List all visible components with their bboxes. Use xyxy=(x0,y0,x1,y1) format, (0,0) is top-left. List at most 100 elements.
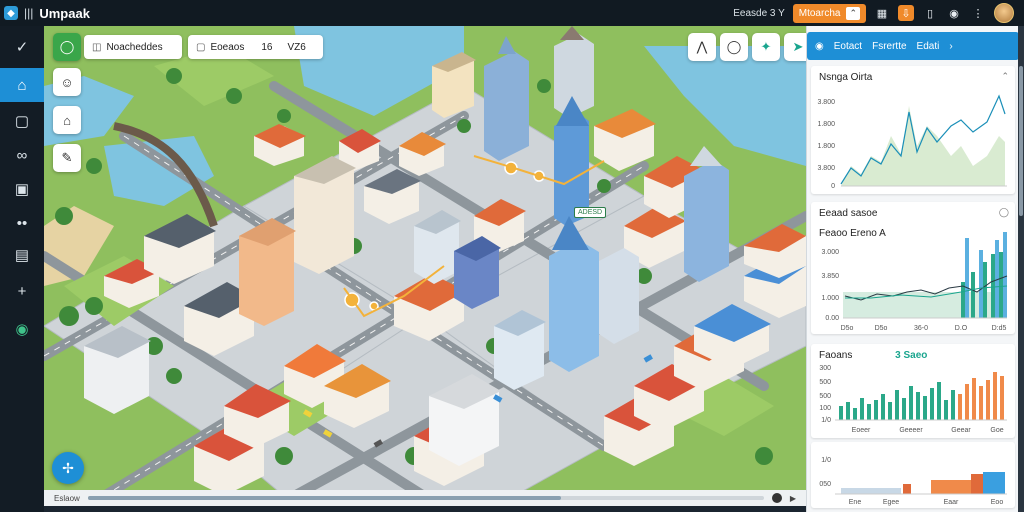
sidebar-item-dots[interactable]: •• xyxy=(0,206,44,240)
compass-icon: ✢ xyxy=(62,459,74,476)
info-icon: ◉ xyxy=(815,40,824,52)
sidebar-item-check[interactable]: ✓ xyxy=(0,30,44,64)
phone-icon[interactable]: ▯ xyxy=(922,5,938,21)
chart-3-bar xyxy=(916,392,920,420)
cursor-tool-button[interactable]: ➤ xyxy=(784,33,806,61)
sidebar: ✓ ⌂ ▢ ∞ ▣ •• ▤ + ◉ xyxy=(0,26,44,512)
sidebar-item-image[interactable]: ▣ xyxy=(0,172,44,206)
chart-2-ytick: 1.000 xyxy=(821,295,839,302)
sidebar-item-layers[interactable]: ▤ xyxy=(0,238,44,272)
top-bar: ◆ ||| Umpaak Eeasde 3 Y Mtoarcha ⌃ ▦ ⇩ ▯… xyxy=(0,0,1024,26)
chart-card-3: Faoans 3 Saeo 300 500 500 100 1/0 Eoeer … xyxy=(811,344,1015,438)
panel-tab-1[interactable]: Eotact xyxy=(834,41,862,52)
home-icon: ⌂ xyxy=(17,76,27,94)
brush-icon: ✎ xyxy=(61,150,73,165)
filter-chip[interactable]: ▢ Eoeaos 16 VZ6 xyxy=(188,35,323,59)
city-map-illustration xyxy=(44,26,806,496)
chart-4-ytick: 050 xyxy=(819,481,831,488)
cone-icon: ⋀ xyxy=(696,39,708,54)
chart-3-bar xyxy=(965,384,969,420)
more-icon[interactable]: ⋮ xyxy=(970,5,986,21)
chart-2-ytick: 0.00 xyxy=(825,315,839,322)
analytics-panel: ◉ Eotact Fsrertte Edati › Nsnga Oirta ⌃ … xyxy=(806,26,1019,512)
search-chip-label: Noacheddes xyxy=(106,41,163,53)
play-icon[interactable]: ▶ xyxy=(790,494,796,503)
chart-3-bar xyxy=(902,398,906,420)
chart-2-xtick: D5o xyxy=(875,325,888,332)
compass-button[interactable]: ✢ xyxy=(52,452,84,484)
sidebar-item-shield[interactable]: ◉ xyxy=(0,312,44,346)
chart-1-ytick: 1.800 xyxy=(817,143,835,150)
logo-icon: ◆ xyxy=(4,6,18,20)
chart-2-xtick: D5o xyxy=(841,325,854,332)
check-icon: ✓ xyxy=(15,39,29,56)
chart-1-ytick: 1.800 xyxy=(817,121,835,128)
chart-3-bar xyxy=(937,382,941,420)
sidebar-item-link[interactable]: ∞ xyxy=(0,138,44,172)
pin-tool-button[interactable]: ✦ xyxy=(752,33,780,61)
city-map-canvas[interactable]: ADESD ◯ ◫ Noacheddes ▢ Eoeaos 16 VZ6 ☺ ⌂… xyxy=(44,26,806,496)
chart-3-xtick: Goe xyxy=(990,427,1003,434)
plus-icon: + xyxy=(17,282,27,300)
brush-button[interactable]: ✎ xyxy=(53,144,81,172)
layers-icon: ▤ xyxy=(14,247,30,264)
panel-header: ◉ Eotact Fsrertte Edati › xyxy=(807,32,1019,60)
chart-3-xtick: Geear xyxy=(951,427,971,434)
chart-3-bar xyxy=(874,400,878,420)
chart-3-bar xyxy=(993,372,997,420)
primary-dropdown-label: Mtoarcha xyxy=(798,7,841,19)
timeline-slider[interactable] xyxy=(87,496,764,500)
primary-dropdown-button[interactable]: Mtoarcha ⌃ xyxy=(792,3,866,23)
box-icon: ▢ xyxy=(14,113,30,130)
chevron-right-icon[interactable]: › xyxy=(949,41,952,52)
chart-3-bar xyxy=(1000,376,1004,420)
chart-3-bar xyxy=(951,390,955,420)
sidebar-item-home[interactable]: ⌂ xyxy=(0,68,44,102)
menu-icon[interactable]: ||| xyxy=(24,6,33,20)
chart-3-ytick: 1/0 xyxy=(821,417,831,424)
chart-3-bar xyxy=(986,380,990,420)
chart-card-2: Eeaad sasoe ◯ Feaoo Ereno A 3.000 3.850 … xyxy=(811,202,1015,334)
chart-4-ytick: 1/0 xyxy=(821,457,831,464)
search-icon: ◫ xyxy=(92,41,102,53)
chart-1-svg: 3.800 1.800 1.800 3.800 0 xyxy=(817,94,1007,190)
avatar[interactable] xyxy=(994,3,1014,23)
chart-2-ytick: 3.850 xyxy=(821,273,839,280)
panel-scrollbar[interactable] xyxy=(1018,26,1024,512)
chevron-down-icon: ⌃ xyxy=(846,6,860,20)
settings-icon[interactable]: ◉ xyxy=(946,5,962,21)
chart-3-svg: 300 500 500 100 1/0 Eoeer Geeeer Geear G… xyxy=(819,365,1007,434)
marker-button[interactable]: ☺ xyxy=(53,68,81,96)
topbar-label: Eeasde 3 Y xyxy=(733,7,785,19)
panel-tab-3[interactable]: Edati xyxy=(917,41,940,52)
chart-2-xtick: D:d5 xyxy=(992,325,1007,332)
search-chip[interactable]: ◫ Noacheddes xyxy=(84,35,182,59)
chart-card-1: Nsnga Oirta ⌃ 3.800 1.800 1.800 3.800 0 xyxy=(811,66,1015,194)
chart-3-ytick: 100 xyxy=(819,405,831,412)
chart-3-xtick: Eoeer xyxy=(852,427,871,434)
grid-icon[interactable]: ▦ xyxy=(874,5,890,21)
chart-1-ytick: 0 xyxy=(831,183,835,190)
sidebar-item-plus[interactable]: + xyxy=(0,274,44,308)
chart-3-bar xyxy=(867,404,871,420)
map-toolbar: ⋀ ◯ ✦ ➤ xyxy=(688,33,806,61)
bank-button[interactable]: ⌂ xyxy=(53,106,81,134)
timeline-handle[interactable] xyxy=(771,493,782,503)
image-icon: ▣ xyxy=(14,181,30,198)
cursor-icon: ➤ xyxy=(792,39,804,54)
chart-1-ytick: 3.800 xyxy=(817,165,835,172)
chart-3-bar xyxy=(846,402,850,420)
chart-2-ytick: 3.000 xyxy=(821,249,839,256)
circle-tool-button[interactable]: ◯ xyxy=(720,33,748,61)
panel-scrollbar-thumb[interactable] xyxy=(1019,66,1023,216)
panel-tab-2[interactable]: Fsrertte xyxy=(872,41,906,52)
download-icon[interactable]: ⇩ xyxy=(898,5,914,21)
map-status-button[interactable]: ◯ xyxy=(53,33,81,61)
filter-icon: ▢ xyxy=(196,41,206,53)
building-label[interactable]: ADESD xyxy=(574,207,607,218)
cone-tool-button[interactable]: ⋀ xyxy=(688,33,716,61)
filter-chip-count: 16 xyxy=(261,41,273,53)
circle-icon: ◯ xyxy=(59,39,75,54)
sidebar-item-box[interactable]: ▢ xyxy=(0,104,44,138)
bank-icon: ⌂ xyxy=(63,112,71,128)
